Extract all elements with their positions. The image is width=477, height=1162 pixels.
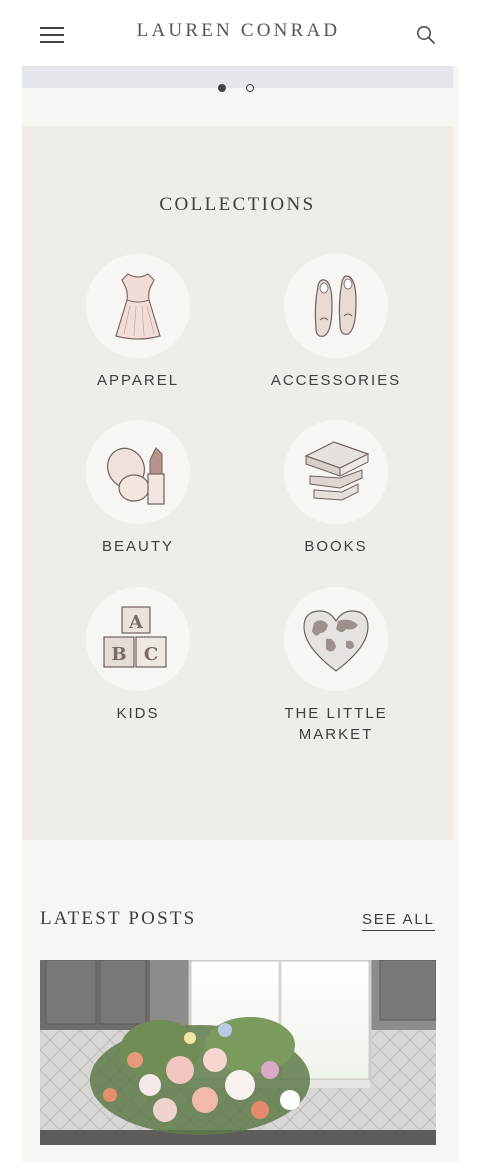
ballet-flats-icon [314,275,357,337]
svg-text:C: C [144,644,158,665]
collection-icon-circle [284,587,388,691]
search-icon[interactable] [416,25,436,45]
collection-apparel[interactable]: APPAREL [53,254,223,391]
collection-label: ACCESSORIES [270,372,402,389]
heart-globe-icon [303,610,369,672]
collection-label: APPAREL [96,372,180,389]
see-all-link[interactable]: SEE ALL [362,911,435,931]
collection-beauty[interactable]: BEAUTY [53,420,223,557]
collection-accessories[interactable]: ACCESSORIES [251,254,421,391]
carousel-dot-1[interactable] [218,84,226,92]
collection-icon-circle: A B C [86,587,190,691]
latest-posts-title: LATEST POSTS [40,908,197,929]
svg-text:A: A [128,612,144,633]
collection-label: THE LITTLE MARKET [284,705,388,743]
collection-label: KIDS [116,705,160,722]
collection-icon-circle [284,420,388,524]
collection-label: BEAUTY [101,538,174,555]
collection-the-little-market[interactable]: THE LITTLE MARKET [251,587,421,745]
latest-post-image[interactable] [40,960,436,1145]
collection-icon-circle [86,254,190,358]
compact-lipstick-icon [107,447,165,505]
collection-books[interactable]: BOOKS [251,420,421,557]
collections-section: COLLECTIONS APPAREL ACCESSORIES BEAUTY B… [22,126,453,840]
collections-title: COLLECTIONS [159,194,316,215]
collection-icon-circle [284,254,388,358]
collection-label: BOOKS [304,538,368,555]
dress-icon [115,273,161,340]
svg-text:B: B [111,644,126,665]
site-logo[interactable]: LAUREN CONRAD [0,20,477,42]
carousel-dot-2[interactable] [246,84,254,92]
collection-icon-circle [86,420,190,524]
book-stack-icon [304,441,370,501]
collection-kids[interactable]: A B C KIDS [53,587,223,724]
hero-banner[interactable] [22,66,453,88]
abc-blocks-icon: A B C [103,606,167,668]
site-header: LAUREN CONRAD [0,0,477,66]
